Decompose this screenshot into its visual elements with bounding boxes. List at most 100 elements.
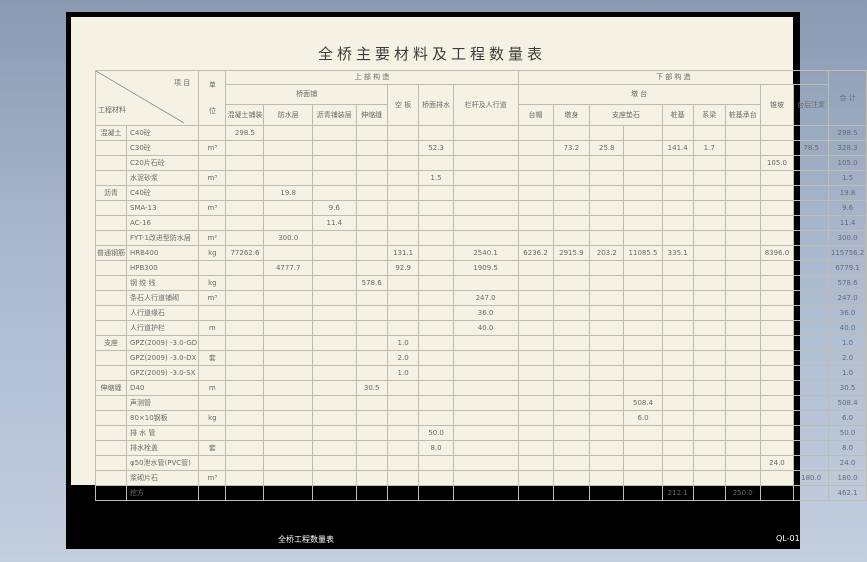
- row-value: [759, 410, 795, 426]
- row-value: [355, 350, 388, 366]
- row-value: [263, 320, 314, 336]
- row-value: [623, 290, 663, 306]
- row-value: [517, 350, 554, 366]
- row-unit: m³: [198, 290, 227, 306]
- row-value: [225, 290, 265, 306]
- row-value: [312, 365, 357, 381]
- row-value: [793, 410, 830, 426]
- row-value: 36.0: [828, 305, 867, 321]
- row-value: [759, 170, 795, 186]
- row-value: [724, 230, 761, 246]
- row-value: [692, 335, 726, 351]
- row-value: [263, 410, 314, 426]
- table-row: 80×10钢板 kg 6.0 6.0: [95, 410, 867, 426]
- row-value: [552, 305, 591, 321]
- row-value: [418, 395, 454, 411]
- row-value: [793, 275, 830, 291]
- row-value: [418, 290, 454, 306]
- row-value: [759, 200, 795, 216]
- row-value: [661, 200, 694, 216]
- row-value: [724, 290, 761, 306]
- row-value: [263, 170, 314, 186]
- row-value: [418, 215, 454, 231]
- row-value: [661, 455, 694, 471]
- row-unit: 套: [198, 440, 227, 456]
- row-material: GPZ(2009) -3.0-GD: [125, 335, 200, 351]
- row-value: [759, 185, 795, 201]
- table-row: 条石人行道铺砌 m³ 247.0 247.0: [95, 290, 867, 306]
- header-diagonal-cell: 项 目 工程材料: [94, 70, 200, 126]
- row-value: [793, 260, 830, 276]
- row-value: [517, 200, 554, 216]
- row-value: [623, 335, 663, 351]
- row-value: [552, 395, 591, 411]
- row-value: 77262.6: [225, 245, 265, 261]
- row-value: 24.0: [759, 455, 795, 471]
- row-value: [312, 185, 357, 201]
- row-value: [724, 440, 761, 456]
- row-value: [355, 245, 388, 261]
- row-value: [552, 260, 591, 276]
- row-material: 水泥砂浆: [125, 170, 200, 186]
- row-value: [418, 230, 454, 246]
- row-value: 36.0: [452, 305, 519, 321]
- row-value: [623, 185, 663, 201]
- table-row: 沥青 C40砼 19.8 19.8: [95, 185, 867, 201]
- row-value: 19.8: [828, 185, 867, 201]
- row-value: [263, 380, 314, 396]
- row-material: GPZ(2009) -3.0-DX: [125, 350, 200, 366]
- row-value: [452, 170, 519, 186]
- row-value: [312, 125, 357, 141]
- row-value: [661, 170, 694, 186]
- table-row: 浆砌片石 m³ 180.0 180.0: [95, 470, 867, 486]
- row-group: [95, 170, 127, 186]
- row-value: [517, 305, 554, 321]
- row-value: [589, 215, 625, 231]
- row-value: [793, 155, 830, 171]
- row-value: [759, 260, 795, 276]
- row-value: [355, 320, 388, 336]
- row-value: [793, 425, 830, 441]
- row-value: [225, 215, 265, 231]
- row-value: [692, 200, 726, 216]
- row-material: 人行道护栏: [125, 320, 200, 336]
- row-value: [552, 470, 591, 486]
- row-value: [661, 320, 694, 336]
- row-value: [589, 305, 625, 321]
- row-value: [263, 335, 314, 351]
- row-value: [452, 125, 519, 141]
- row-value: [452, 380, 519, 396]
- row-value: 1.5: [418, 170, 454, 186]
- row-value: [552, 200, 591, 216]
- row-value: [418, 455, 454, 471]
- row-value: [225, 185, 265, 201]
- row-value: [355, 125, 388, 141]
- row-value: [418, 200, 454, 216]
- header-pier-body: 墩身: [552, 104, 591, 126]
- row-value: 40.0: [828, 320, 867, 336]
- row-material: 挖方: [125, 485, 200, 501]
- row-value: [225, 485, 265, 501]
- row-value: [225, 455, 265, 471]
- row-value: [312, 455, 357, 471]
- row-value: [661, 365, 694, 381]
- row-value: [263, 350, 314, 366]
- row-value: [589, 365, 625, 381]
- row-value: 1.0: [386, 365, 420, 381]
- row-value: [452, 230, 519, 246]
- header-tie-beam: 系梁: [692, 104, 726, 126]
- row-value: [724, 395, 761, 411]
- row-value: [355, 410, 388, 426]
- row-value: [386, 290, 420, 306]
- row-value: [263, 425, 314, 441]
- row-value: [692, 470, 726, 486]
- row-value: 2540.1: [452, 245, 519, 261]
- row-value: [724, 215, 761, 231]
- row-unit: [198, 335, 227, 351]
- row-value: [517, 470, 554, 486]
- row-value: 40.0: [452, 320, 519, 336]
- row-value: [418, 335, 454, 351]
- row-value: [517, 215, 554, 231]
- row-value: [355, 395, 388, 411]
- table-row: φ50泄水管(PVC管) 24.0 24.0: [95, 455, 867, 471]
